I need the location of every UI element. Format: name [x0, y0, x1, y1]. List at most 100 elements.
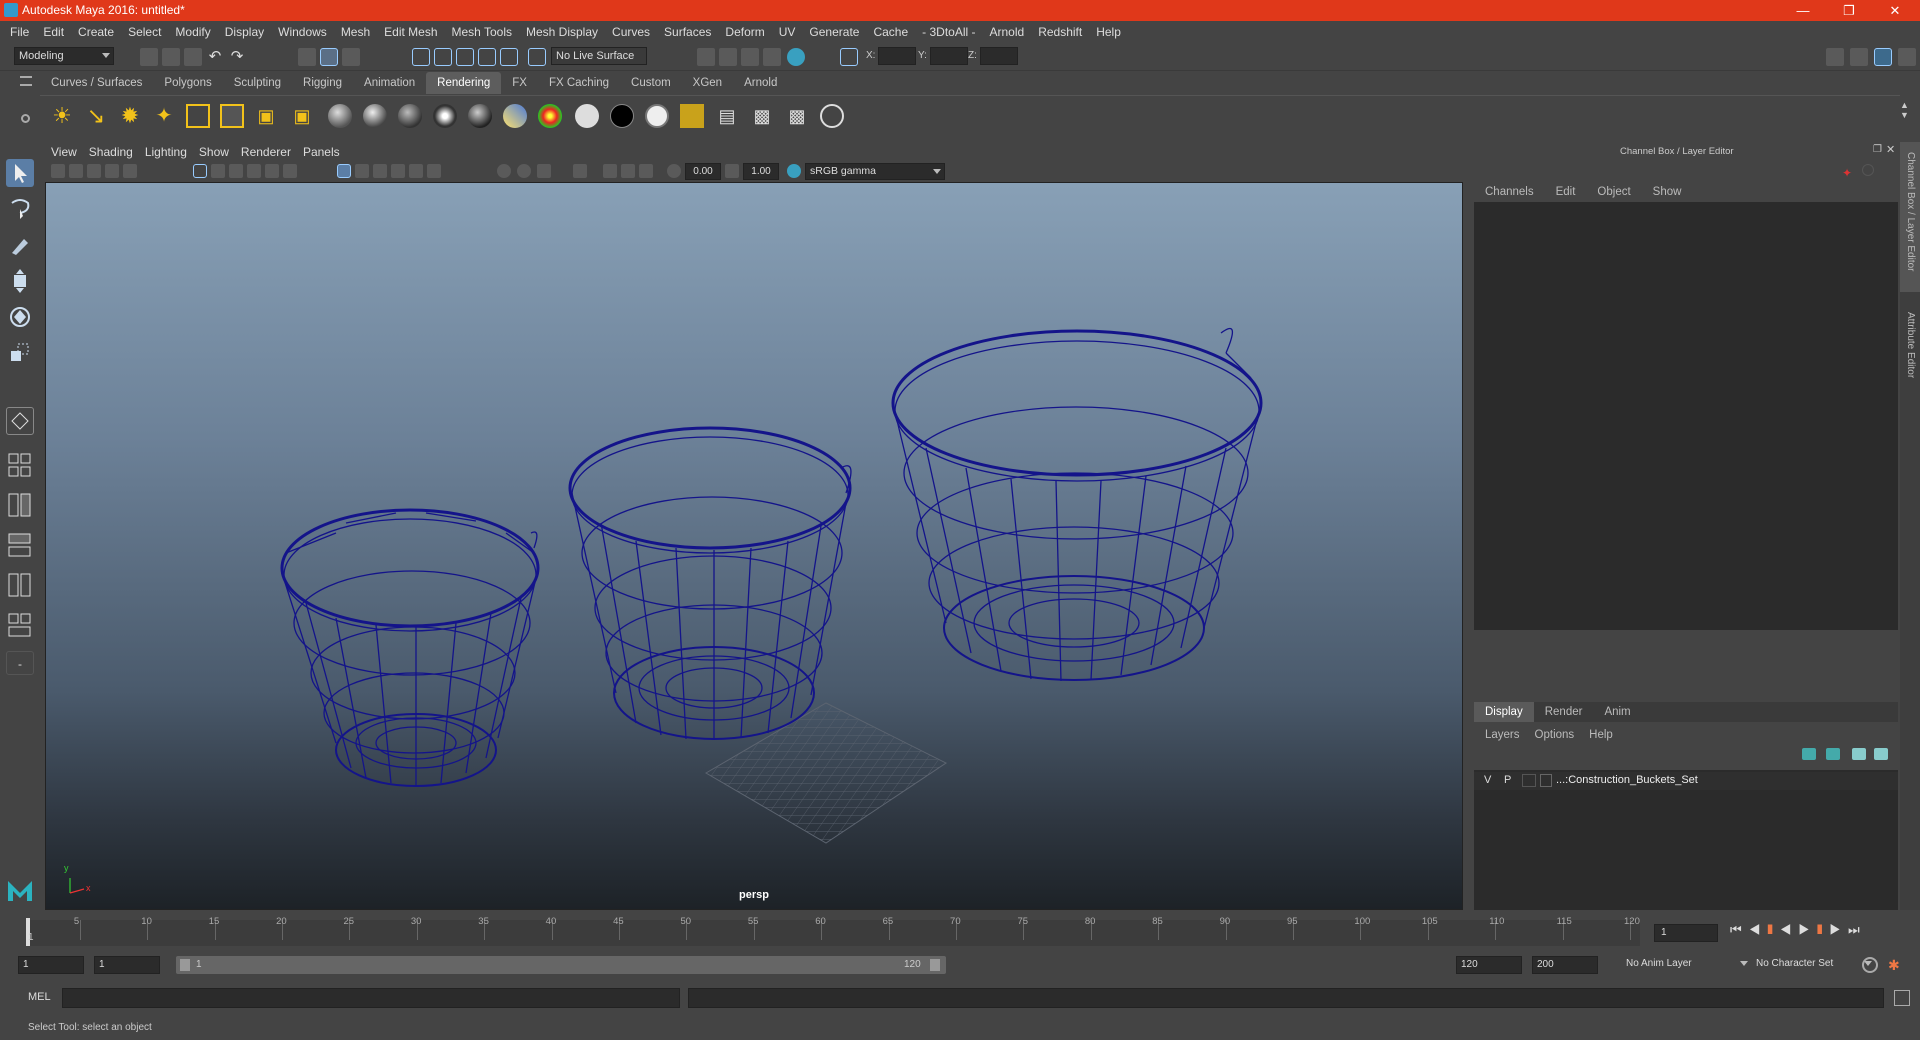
tab-curves-surfaces[interactable]: Curves / Surfaces	[40, 72, 153, 94]
character-set-dropdown[interactable]: No Character Set	[1752, 956, 1872, 974]
range-end-handle[interactable]	[930, 959, 940, 971]
ramp-shader-icon[interactable]	[538, 104, 562, 128]
menu-deform[interactable]: Deform	[718, 21, 771, 43]
render-current-frame-icon[interactable]	[719, 48, 737, 66]
ambient-light-icon[interactable]: ☀	[50, 104, 74, 128]
image-plane-icon[interactable]	[105, 164, 119, 178]
shelf-settings-icon[interactable]	[21, 114, 30, 123]
menu-arnold[interactable]: Arnold	[983, 21, 1032, 43]
ipr-shelf-icon[interactable]: ▩	[785, 104, 809, 128]
current-frame-field[interactable]: 1	[1654, 924, 1718, 942]
spot-light-icon[interactable]: ✦	[152, 104, 176, 128]
frame-all-icon[interactable]	[621, 164, 635, 178]
motion-blur-icon[interactable]	[537, 164, 551, 178]
side-tab-attribute-editor[interactable]: Attribute Editor	[1900, 302, 1920, 402]
layer-type-toggle[interactable]	[1522, 774, 1536, 787]
tab-render[interactable]: Render	[1534, 702, 1594, 722]
menu-cache[interactable]: Cache	[866, 21, 915, 43]
menu-edit[interactable]: Edit	[36, 21, 71, 43]
bucket-large[interactable]	[891, 327, 1263, 682]
play-backwards-icon[interactable]: ◀	[1780, 922, 1799, 937]
menu-help[interactable]: Help	[1089, 21, 1128, 43]
menu-uv[interactable]: UV	[772, 21, 803, 43]
tab-fx[interactable]: FX	[501, 72, 538, 94]
menu-generate[interactable]: Generate	[802, 21, 866, 43]
more-layouts-icon[interactable]: -	[6, 651, 34, 675]
auto-key-icon[interactable]	[1862, 957, 1878, 973]
blinn-material-icon[interactable]	[363, 104, 387, 128]
menu-mesh-tools[interactable]: Mesh Tools	[445, 21, 519, 43]
move-layer-down-icon[interactable]	[1826, 748, 1840, 760]
menu-mesh-display[interactable]: Mesh Display	[519, 21, 605, 43]
menu-layers[interactable]: Layers	[1474, 725, 1531, 745]
select-tool-icon[interactable]	[6, 159, 34, 187]
menu-channels[interactable]: Channels	[1474, 182, 1545, 202]
safe-action-icon[interactable]	[283, 164, 297, 178]
menu-le-help[interactable]: Help	[1578, 725, 1624, 745]
snap-view-plane-icon[interactable]	[478, 48, 496, 66]
hypershade-icon[interactable]	[787, 48, 805, 66]
new-layer-icon[interactable]	[1852, 748, 1866, 760]
go-to-end-icon[interactable]: ⏭	[1848, 922, 1867, 937]
select-component-icon[interactable]	[342, 48, 360, 66]
menu-mesh[interactable]: Mesh	[334, 21, 377, 43]
shelf-menu-icon[interactable]	[20, 76, 32, 86]
tab-polygons[interactable]: Polygons	[153, 72, 222, 94]
menu-file[interactable]: File	[0, 21, 36, 43]
smooth-shade-icon[interactable]	[355, 164, 369, 178]
animation-preferences-icon[interactable]: ✱	[1888, 957, 1904, 973]
white-shader-icon[interactable]	[575, 104, 599, 128]
gamma-icon[interactable]	[725, 164, 739, 178]
anisotropic-material-icon[interactable]	[468, 104, 492, 128]
bucket-small[interactable]	[280, 508, 540, 787]
playback-end-field[interactable]: 120	[1456, 956, 1522, 974]
range-start-handle[interactable]	[180, 959, 190, 971]
tab-custom[interactable]: Custom	[620, 72, 682, 94]
xray-icon[interactable]	[391, 164, 405, 178]
perspective-viewport[interactable]: y x persp	[45, 182, 1463, 910]
tab-fx-caching[interactable]: FX Caching	[538, 72, 620, 94]
panel-menu-renderer[interactable]: Renderer	[235, 142, 297, 162]
wireframe-on-shaded-icon[interactable]	[373, 164, 387, 178]
lambert-material-icon[interactable]	[328, 104, 352, 128]
new-layer-selected-icon[interactable]	[1874, 748, 1888, 760]
x-field[interactable]	[878, 47, 916, 65]
xray-joints-icon[interactable]	[409, 164, 423, 178]
shelf-scroll-arrows-icon[interactable]: ▲ ▼	[1900, 100, 1909, 120]
menu-curves[interactable]: Curves	[605, 21, 657, 43]
range-slider[interactable]: 1 120	[176, 956, 946, 974]
step-back-key-icon[interactable]: ◀	[1749, 922, 1768, 937]
four-view-layout-icon[interactable]	[6, 451, 34, 481]
color-space-dropdown[interactable]: sRGB gamma	[805, 163, 945, 180]
channel-box-options-icon[interactable]: ✦	[1842, 166, 1852, 180]
close-panel-icon[interactable]: ✕	[1886, 143, 1895, 156]
layer-playback-toggle[interactable]: P	[1504, 774, 1511, 786]
use-background-icon[interactable]	[645, 104, 669, 128]
tab-sculpting[interactable]: Sculpting	[223, 72, 292, 94]
redo-icon[interactable]: ↷	[228, 48, 246, 66]
step-forward-key-icon[interactable]: ▶	[1829, 922, 1848, 937]
transform-input-icon[interactable]	[840, 48, 858, 66]
menu-create[interactable]: Create	[71, 21, 121, 43]
persp-graph-layout-icon[interactable]	[6, 531, 34, 561]
anim-layer-dropdown[interactable]: No Anim Layer	[1622, 956, 1748, 974]
tab-rendering[interactable]: Rendering	[426, 72, 502, 94]
menu-cb-edit[interactable]: Edit	[1545, 182, 1587, 202]
frame-selected-icon[interactable]	[639, 164, 653, 178]
grid-toggle-icon[interactable]	[193, 164, 207, 178]
side-tab-channel-box[interactable]: Channel Box / Layer Editor	[1900, 142, 1920, 292]
render-settings-shelf-icon[interactable]	[680, 104, 704, 128]
wireframe-toggle-icon[interactable]	[337, 164, 351, 178]
layer-visibility-toggle[interactable]: V	[1484, 774, 1491, 786]
snap-point-icon[interactable]	[456, 48, 474, 66]
toggle-modeling-toolkit-icon[interactable]	[1826, 48, 1844, 66]
snap-grid-icon[interactable]	[412, 48, 430, 66]
menu-cb-show[interactable]: Show	[1642, 182, 1693, 202]
step-forward-frame-icon[interactable]: ❚	[1817, 922, 1829, 937]
menu-windows[interactable]: Windows	[271, 21, 334, 43]
menu-modify[interactable]: Modify	[168, 21, 217, 43]
channel-box-area[interactable]	[1474, 202, 1898, 630]
select-camera-icon[interactable]	[51, 164, 65, 178]
hud-icon[interactable]	[603, 164, 617, 178]
layer-row[interactable]: V P ...:Construction_Buckets_Set	[1474, 772, 1898, 790]
